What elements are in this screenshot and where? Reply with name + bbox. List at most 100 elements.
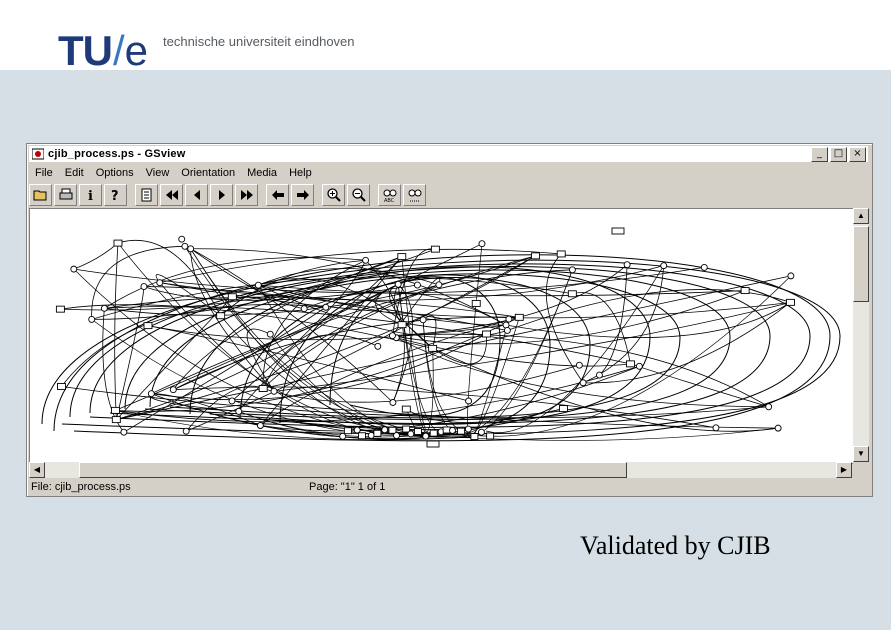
scroll-down-button[interactable]: ▼ bbox=[853, 446, 869, 462]
info-icon: i bbox=[88, 189, 93, 203]
graph-place bbox=[389, 399, 397, 406]
scroll-left-button[interactable]: ◀ bbox=[29, 462, 45, 478]
scroll-right-button[interactable]: ▶ bbox=[836, 462, 852, 478]
menu-orientation[interactable]: Orientation bbox=[175, 167, 241, 179]
tue-logo: TU/e bbox=[58, 27, 148, 74]
graph-transition bbox=[258, 385, 268, 392]
graph-place bbox=[181, 242, 189, 250]
graph-place bbox=[394, 280, 402, 288]
menu-view[interactable]: View bbox=[140, 167, 176, 179]
vertical-scroll-thumb[interactable] bbox=[853, 226, 869, 302]
first-page-icon bbox=[165, 190, 178, 200]
status-bar: File: cjib_process.ps Page: "1" 1 of 1 bbox=[29, 480, 868, 494]
graph-place bbox=[235, 407, 243, 415]
graph-place bbox=[300, 305, 308, 313]
title-bar[interactable]: cjib_process.ps - GSview _ □ × bbox=[29, 146, 868, 162]
graph-transition bbox=[486, 432, 495, 440]
svg-text:?: ? bbox=[111, 189, 119, 203]
info-button[interactable]: i bbox=[79, 184, 102, 206]
print-icon bbox=[59, 188, 72, 200]
back-button[interactable] bbox=[266, 184, 289, 206]
maximize-button[interactable]: □ bbox=[830, 147, 847, 162]
zoom-out-button[interactable] bbox=[347, 184, 370, 206]
graph-place bbox=[774, 424, 782, 432]
graph-place bbox=[254, 281, 262, 289]
graph-place bbox=[393, 432, 400, 439]
graph-transition bbox=[531, 252, 540, 260]
close-button[interactable]: × bbox=[849, 147, 866, 162]
menu-media[interactable]: Media bbox=[241, 167, 283, 179]
goto-page-icon bbox=[141, 188, 151, 202]
graph-arc bbox=[53, 254, 831, 442]
vertical-scrollbar[interactable]: ▲ ▼ bbox=[853, 208, 869, 462]
forward-icon bbox=[296, 190, 309, 200]
graph-place bbox=[435, 281, 443, 289]
next-page-button[interactable] bbox=[210, 184, 233, 206]
graph-transition bbox=[216, 312, 226, 320]
graph-transition bbox=[786, 298, 795, 306]
graph-transition bbox=[428, 344, 438, 352]
graph-place bbox=[595, 371, 603, 379]
find-next-button[interactable] bbox=[403, 184, 426, 206]
toolbar: i ? ABC bbox=[29, 184, 428, 206]
graph-transition bbox=[430, 245, 440, 253]
graph-place bbox=[322, 303, 330, 311]
graph-transition bbox=[358, 432, 366, 440]
graph-place bbox=[374, 342, 382, 350]
open-button[interactable] bbox=[29, 184, 52, 206]
graph-transition bbox=[470, 433, 479, 441]
last-page-button[interactable] bbox=[235, 184, 258, 206]
graph-place bbox=[169, 386, 177, 394]
graph-edge bbox=[630, 363, 769, 408]
graph-place bbox=[178, 235, 186, 243]
graph-place bbox=[505, 315, 513, 323]
prev-page-button[interactable] bbox=[185, 184, 208, 206]
menu-help[interactable]: Help bbox=[283, 167, 318, 179]
graph-place bbox=[389, 332, 396, 340]
graph-place bbox=[712, 424, 720, 432]
prev-page-icon bbox=[193, 190, 200, 200]
graph-transition bbox=[429, 429, 438, 437]
graph-transition bbox=[227, 293, 237, 301]
scroll-up-button[interactable]: ▲ bbox=[853, 208, 869, 224]
minimize-button[interactable]: _ bbox=[811, 147, 828, 162]
graph-place bbox=[381, 426, 389, 434]
find-text-button[interactable]: ABC bbox=[378, 184, 401, 206]
graph-transition bbox=[111, 406, 120, 414]
graph-edge bbox=[396, 337, 631, 367]
graph-place bbox=[70, 265, 78, 273]
graph-edge bbox=[73, 242, 119, 270]
graph-place bbox=[187, 245, 195, 253]
graph-transition bbox=[343, 427, 352, 435]
forward-button[interactable] bbox=[291, 184, 314, 206]
graph-transition bbox=[611, 227, 625, 235]
graph-place bbox=[623, 261, 631, 269]
graph-transition bbox=[402, 425, 411, 433]
graph-place bbox=[339, 432, 347, 440]
last-page-icon bbox=[240, 190, 253, 200]
print-button[interactable] bbox=[54, 184, 77, 206]
document-view[interactable] bbox=[29, 208, 854, 464]
help-button[interactable]: ? bbox=[104, 184, 127, 206]
graph-transition bbox=[373, 429, 382, 437]
goto-page-button[interactable] bbox=[135, 184, 158, 206]
menu-edit[interactable]: Edit bbox=[59, 167, 90, 179]
scrollbar-corner bbox=[853, 462, 869, 478]
menu-file[interactable]: File bbox=[29, 167, 59, 179]
graph-transition bbox=[567, 290, 577, 298]
graph-place bbox=[568, 266, 576, 274]
horizontal-scrollbar[interactable]: ◀ ▶ bbox=[29, 462, 852, 478]
graph-place bbox=[765, 403, 773, 411]
caption: Validated by CJIB bbox=[580, 531, 771, 560]
menu-options[interactable]: Options bbox=[90, 167, 140, 179]
zoom-in-button[interactable] bbox=[322, 184, 345, 206]
horizontal-scroll-thumb[interactable] bbox=[79, 462, 627, 478]
back-icon bbox=[271, 190, 284, 200]
graph-transition bbox=[57, 383, 66, 390]
graph-place bbox=[140, 283, 148, 291]
status-page: Page: "1" 1 of 1 bbox=[309, 481, 386, 493]
graph-place bbox=[700, 263, 708, 271]
first-page-button[interactable] bbox=[160, 184, 183, 206]
gsview-window: cjib_process.ps - GSview _ □ × File Edit… bbox=[26, 143, 873, 497]
graph-place bbox=[787, 272, 795, 280]
